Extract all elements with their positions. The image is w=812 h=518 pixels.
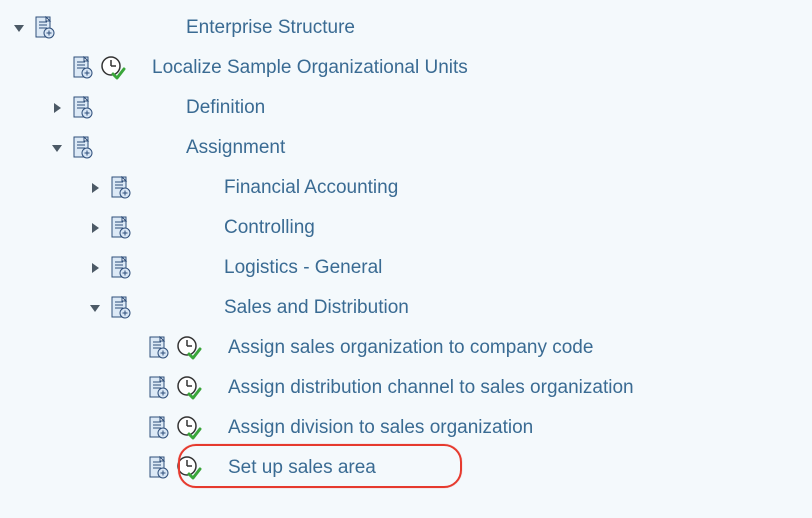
- tree-row[interactable]: Set up sales area: [8, 448, 812, 488]
- document-icon: [144, 416, 172, 440]
- expand-icon[interactable]: [46, 103, 68, 113]
- tree-item-label[interactable]: Assignment: [130, 137, 285, 159]
- tree-row[interactable]: Sales and Distribution: [8, 288, 812, 328]
- tree-item-label[interactable]: Logistics - General: [168, 257, 382, 279]
- activity-icon[interactable]: [172, 335, 206, 361]
- tree-row[interactable]: Controlling: [8, 208, 812, 248]
- tree-item-label[interactable]: Financial Accounting: [168, 177, 398, 199]
- expand-icon[interactable]: [84, 183, 106, 193]
- activity-icon[interactable]: [172, 455, 206, 481]
- tree-row[interactable]: Assignment: [8, 128, 812, 168]
- tree-row[interactable]: Assign division to sales organization: [8, 408, 812, 448]
- collapse-icon[interactable]: [8, 25, 30, 32]
- tree-item-label[interactable]: Definition: [130, 97, 265, 119]
- activity-icon[interactable]: [172, 375, 206, 401]
- document-icon: [144, 456, 172, 480]
- activity-icon[interactable]: [96, 55, 130, 81]
- document-icon: [144, 336, 172, 360]
- document-icon: [68, 136, 96, 160]
- tree-item-label[interactable]: Set up sales area: [206, 457, 376, 479]
- document-icon: [68, 56, 96, 80]
- expand-icon[interactable]: [84, 263, 106, 273]
- tree-row[interactable]: Logistics - General: [8, 248, 812, 288]
- tree-row[interactable]: Definition: [8, 88, 812, 128]
- document-icon: [144, 376, 172, 400]
- document-icon: [106, 296, 134, 320]
- collapse-icon[interactable]: [84, 305, 106, 312]
- tree-item-label[interactable]: Assign distribution channel to sales org…: [206, 377, 634, 399]
- collapse-icon[interactable]: [46, 145, 68, 152]
- document-icon: [106, 216, 134, 240]
- tree-item-label[interactable]: Enterprise Structure: [92, 17, 355, 39]
- document-icon: [106, 176, 134, 200]
- tree-row[interactable]: Assign distribution channel to sales org…: [8, 368, 812, 408]
- tree-row[interactable]: Financial Accounting: [8, 168, 812, 208]
- tree-row[interactable]: Localize Sample Organizational Units: [8, 48, 812, 88]
- tree-row[interactable]: Enterprise Structure: [8, 8, 812, 48]
- tree-item-label[interactable]: Sales and Distribution: [168, 297, 409, 319]
- tree-item-label[interactable]: Assign division to sales organization: [206, 417, 533, 439]
- img-tree: Enterprise Structure Localize Sample Orga…: [0, 0, 812, 488]
- document-icon: [106, 256, 134, 280]
- document-icon: [68, 96, 96, 120]
- document-icon: [30, 16, 58, 40]
- tree-item-label[interactable]: Localize Sample Organizational Units: [130, 57, 468, 79]
- tree-item-label[interactable]: Assign sales organization to company cod…: [206, 337, 593, 359]
- tree-row[interactable]: Assign sales organization to company cod…: [8, 328, 812, 368]
- activity-icon[interactable]: [172, 415, 206, 441]
- expand-icon[interactable]: [84, 223, 106, 233]
- tree-item-label[interactable]: Controlling: [168, 217, 315, 239]
